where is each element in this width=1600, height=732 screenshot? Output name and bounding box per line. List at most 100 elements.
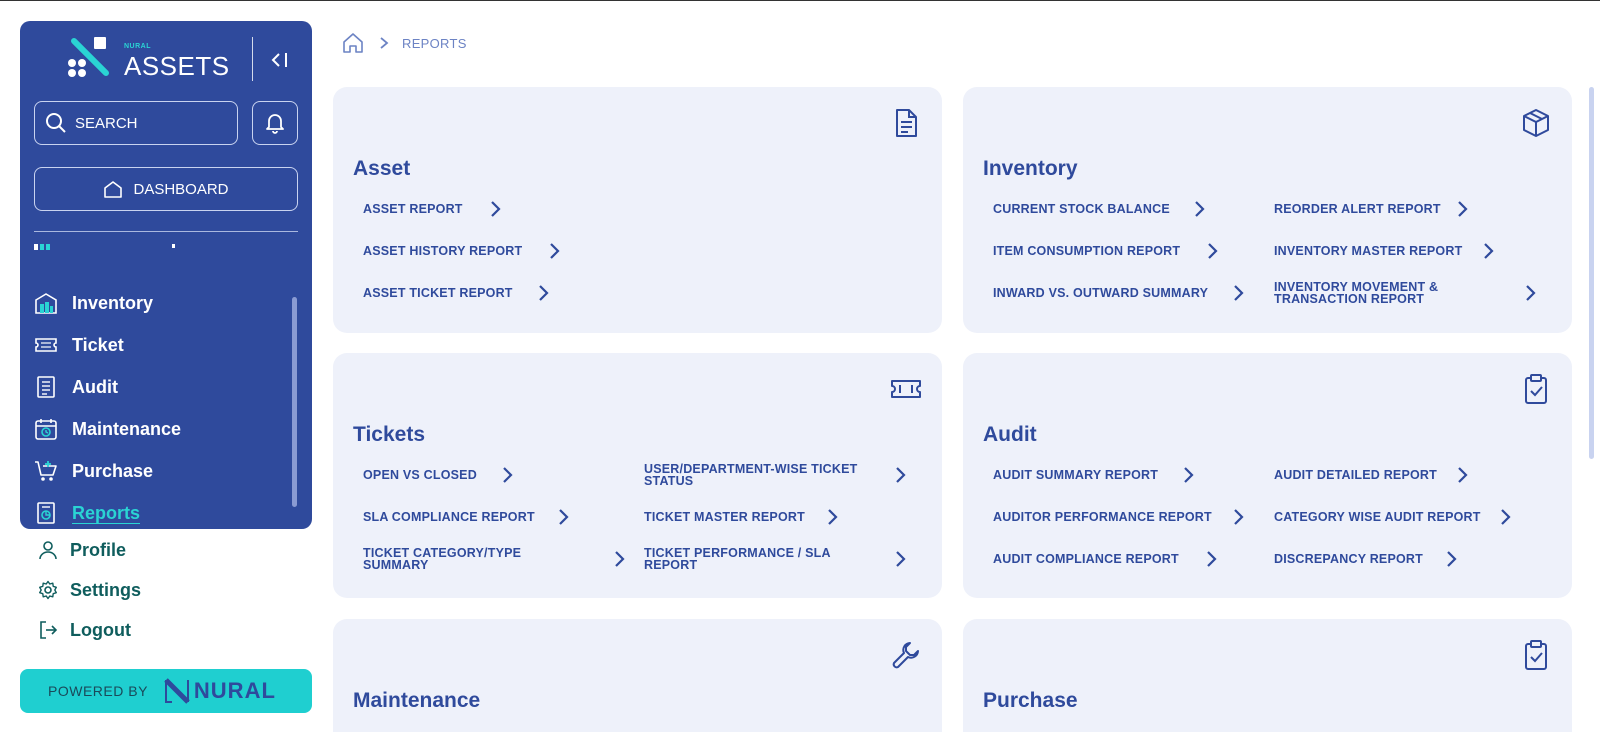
asset-ticket-report-link[interactable]: ASSET TICKET REPORT bbox=[363, 285, 553, 301]
ticket-performance-sla-report-link[interactable]: TICKET PERFORMANCE / SLA REPORT bbox=[644, 545, 914, 573]
card-title: Inventory bbox=[983, 157, 1078, 180]
item-consumption-report-link[interactable]: ITEM CONSUMPTION REPORT bbox=[993, 243, 1233, 259]
card-title: Asset bbox=[353, 157, 411, 180]
home-icon[interactable] bbox=[342, 32, 364, 54]
inventory-master-report-link[interactable]: INVENTORY MASTER REPORT bbox=[1274, 243, 1504, 259]
clipboard-check-icon bbox=[1525, 374, 1547, 404]
powered-brand: NURAL bbox=[164, 678, 276, 704]
home-icon bbox=[104, 181, 123, 198]
chevron-right-icon bbox=[539, 285, 549, 301]
link-label: ASSET HISTORY REPORT bbox=[363, 244, 523, 258]
chevron-right-icon bbox=[1526, 285, 1536, 301]
discrepancy-report-link[interactable]: DISCREPANCY REPORT bbox=[1274, 551, 1474, 567]
sidebar-item-ticket[interactable]: Ticket bbox=[34, 330, 124, 360]
link-label: CURRENT STOCK BALANCE bbox=[993, 202, 1170, 216]
link-label: INVENTORY MASTER REPORT bbox=[1274, 244, 1463, 258]
logout-link[interactable]: Logout bbox=[38, 617, 131, 643]
asset-history-report-link[interactable]: ASSET HISTORY REPORT bbox=[363, 243, 563, 259]
powered-brand-text: NURAL bbox=[193, 678, 276, 703]
link-label: TICKET PERFORMANCE / SLA REPORT bbox=[644, 546, 831, 572]
partial-item-icon bbox=[34, 244, 175, 250]
tickets-card: Tickets OPEN VS CLOSED SLA COMPLIANCE RE… bbox=[333, 353, 942, 598]
chevron-right-icon bbox=[550, 243, 560, 259]
link-label: AUDIT SUMMARY REPORT bbox=[993, 468, 1159, 482]
chevron-right-icon bbox=[1458, 467, 1468, 483]
sidebar-item-reports[interactable]: Reports bbox=[34, 498, 140, 528]
breadcrumb-current: REPORTS bbox=[402, 35, 467, 51]
notifications-button[interactable] bbox=[252, 101, 298, 145]
powered-by-label: POWERED BY bbox=[48, 683, 148, 699]
purchase-card: Purchase bbox=[963, 619, 1572, 732]
current-stock-balance-link[interactable]: CURRENT STOCK BALANCE bbox=[993, 201, 1223, 217]
chevron-right-icon bbox=[896, 467, 906, 483]
inventory-icon bbox=[35, 293, 57, 314]
logo-title: ASSETS bbox=[124, 51, 230, 81]
link-label: CATEGORY WISE AUDIT REPORT bbox=[1274, 510, 1481, 524]
chevron-right-icon bbox=[1207, 551, 1217, 567]
profile-label: Profile bbox=[70, 539, 127, 560]
link-label: USER/DEPARTMENT-WISE TICKET STATUS bbox=[644, 462, 858, 488]
chevron-right-icon bbox=[828, 509, 838, 525]
settings-link[interactable]: Settings bbox=[38, 577, 141, 603]
sidebar-item-maintenance[interactable]: Maintenance bbox=[34, 414, 181, 444]
chevron-right-icon bbox=[559, 509, 569, 525]
main-scrollbar[interactable] bbox=[1589, 87, 1594, 459]
search-placeholder: SEARCH bbox=[75, 114, 138, 132]
link-label: INVENTORY MOVEMENT & TRANSACTION REPORT bbox=[1274, 280, 1439, 306]
user-department-ticket-status-link[interactable]: USER/DEPARTMENT-WISE TICKET STATUS bbox=[644, 461, 914, 489]
settings-label: Settings bbox=[70, 579, 142, 600]
chevron-right-icon bbox=[615, 551, 625, 567]
ticket-icon bbox=[891, 380, 921, 398]
clipboard-check-icon bbox=[1525, 640, 1547, 670]
link-label: ITEM CONSUMPTION REPORT bbox=[993, 244, 1181, 258]
category-wise-audit-report-link[interactable]: CATEGORY WISE AUDIT REPORT bbox=[1274, 509, 1544, 525]
dashboard-button[interactable]: DASHBOARD bbox=[34, 167, 298, 211]
reorder-alert-report-link[interactable]: REORDER ALERT REPORT bbox=[1274, 201, 1474, 217]
sidebar-item-audit[interactable]: Audit bbox=[34, 372, 118, 402]
bell-icon bbox=[266, 114, 284, 134]
link-label: DISCREPANCY REPORT bbox=[1274, 552, 1423, 566]
open-vs-closed-link[interactable]: OPEN VS CLOSED bbox=[363, 467, 533, 483]
auditor-performance-report-link[interactable]: AUDITOR PERFORMANCE REPORT bbox=[993, 509, 1263, 525]
chevron-right-icon bbox=[1195, 201, 1205, 217]
chevron-right-icon bbox=[896, 551, 906, 567]
card-title: Purchase bbox=[983, 689, 1078, 712]
inward-outward-summary-link[interactable]: INWARD VS. OUTWARD SUMMARY bbox=[993, 285, 1253, 301]
nural-logo-icon bbox=[164, 678, 190, 704]
link-label: TICKET CATEGORY/TYPE SUMMARY bbox=[363, 546, 522, 572]
maintenance-icon bbox=[35, 419, 57, 440]
user-icon bbox=[39, 541, 57, 560]
sidebar: NURAL ASSETS SEARCH DASHBOARD Inventory … bbox=[20, 21, 312, 529]
chevron-right-icon bbox=[1458, 201, 1468, 217]
ticket-category-summary-link[interactable]: TICKET CATEGORY/TYPE SUMMARY bbox=[363, 545, 633, 573]
link-label: ASSET REPORT bbox=[363, 202, 463, 216]
logout-icon bbox=[40, 621, 58, 639]
asset-report-link[interactable]: ASSET REPORT bbox=[363, 201, 503, 217]
sidebar-item-partial[interactable] bbox=[34, 241, 184, 251]
search-icon bbox=[46, 113, 66, 133]
search-input[interactable]: SEARCH bbox=[34, 101, 238, 145]
sidebar-item-purchase[interactable]: Purchase bbox=[34, 456, 153, 486]
audit-detailed-report-link[interactable]: AUDIT DETAILED REPORT bbox=[1274, 467, 1484, 483]
logout-label: Logout bbox=[70, 619, 131, 640]
profile-link[interactable]: Profile bbox=[38, 537, 126, 563]
sla-compliance-report-link[interactable]: SLA COMPLIANCE REPORT bbox=[363, 509, 593, 525]
sidebar-scrollbar[interactable] bbox=[292, 297, 297, 507]
gear-icon bbox=[39, 580, 57, 600]
sidebar-nav: Inventory Ticket Audit Maintenance Purch… bbox=[20, 241, 312, 529]
inventory-card: Inventory CURRENT STOCK BALANCE ITEM CON… bbox=[963, 87, 1572, 333]
sidebar-item-label: Maintenance bbox=[72, 418, 182, 439]
reports-icon bbox=[37, 502, 55, 524]
dashboard-label: DASHBOARD bbox=[133, 180, 229, 198]
audit-summary-report-link[interactable]: AUDIT SUMMARY REPORT bbox=[993, 467, 1213, 483]
sidebar-item-inventory[interactable]: Inventory bbox=[34, 288, 153, 318]
inventory-movement-report-link[interactable]: INVENTORY MOVEMENT & TRANSACTION REPORT bbox=[1274, 279, 1544, 307]
audit-icon bbox=[37, 376, 55, 398]
link-label: AUDIT DETAILED REPORT bbox=[1274, 468, 1437, 482]
collapse-sidebar-button[interactable] bbox=[260, 43, 300, 77]
chevron-right-icon bbox=[380, 37, 389, 49]
audit-compliance-report-link[interactable]: AUDIT COMPLIANCE REPORT bbox=[993, 551, 1233, 567]
ticket-master-report-link[interactable]: TICKET MASTER REPORT bbox=[644, 509, 844, 525]
ticket-icon bbox=[35, 338, 57, 352]
chevron-right-icon bbox=[1501, 509, 1511, 525]
